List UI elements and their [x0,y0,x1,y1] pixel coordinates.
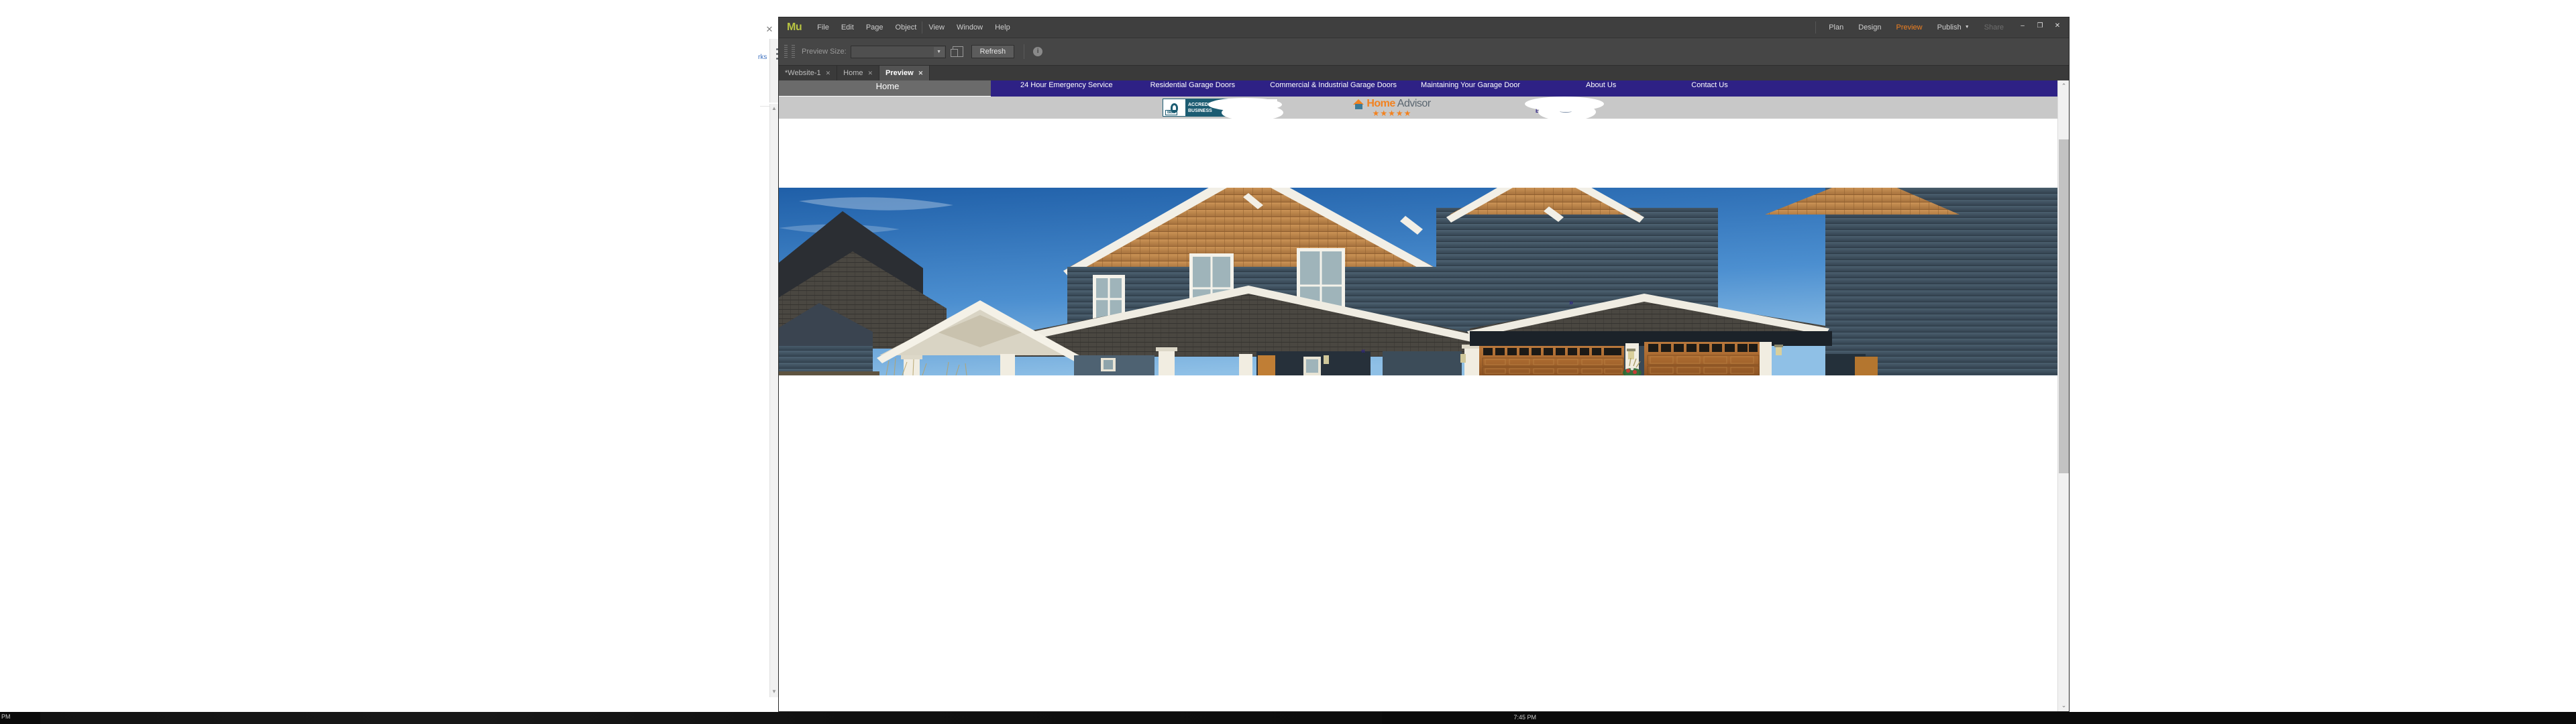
house-icon [1353,99,1364,109]
bbb-mark-label: BBB [1165,110,1178,115]
document-tab-strip: *Website-1 ✕ Home ✕ Preview ✕ [779,66,2069,80]
close-icon[interactable]: ✕ [826,70,831,77]
scroll-down-icon[interactable]: ⌄ [2058,700,2069,711]
close-icon[interactable]: ✕ [2049,19,2066,32]
background-close-icon[interactable]: ✕ [764,24,775,35]
website-preview-page: Home 24 Hour Emergency Service Residenti… [779,80,2057,711]
menu-item-edit[interactable]: Edit [835,17,860,38]
bbb-torch-icon: BBB [1163,99,1185,116]
background-browser-window: ✕ rks ▲ ▼ [0,0,1548,712]
chevron-down-icon[interactable]: ▼ [933,46,945,57]
windows-taskbar[interactable]: PM 7:45 PM [0,712,2576,724]
nav-item-maintaining[interactable]: Maintaining Your Garage Door [1421,80,1520,89]
screen: ✕ rks ▲ ▼ Mu File Edit Page Object View … [0,0,2576,724]
background-scroll-up-icon[interactable]: ▲ [770,105,778,113]
preview-viewport: ⌃ ⌄ Home 24 Hour Emergency Service Resid… [779,80,2069,711]
info-icon[interactable]: i [1033,47,1043,56]
menu-bar: Mu File Edit Page Object View Window Hel… [779,17,2069,38]
muse-logo: Mu [787,21,802,33]
mode-publish[interactable]: Publish ▼ [1930,17,1977,38]
nav-item-contact-us[interactable]: Contact Us [1691,80,1727,89]
nav-item-about-us[interactable]: About Us [1586,80,1616,89]
menu-item-file[interactable]: File [811,17,835,38]
minimize-icon[interactable]: – [2014,19,2031,32]
cursor-marker-right: » [1569,299,1574,307]
mode-publish-label: Publish [1937,23,1962,32]
scroll-up-icon[interactable]: ⌃ [2058,80,2069,92]
redaction-blob-2 [1222,105,1283,121]
mode-preview[interactable]: Preview [1889,17,1930,38]
tab-preview[interactable]: Preview ✕ [879,66,930,80]
tab-preview-label: Preview [885,69,914,77]
taskbar-clock[interactable]: 7:45 PM [1513,714,1536,721]
close-icon[interactable]: ✕ [918,70,924,77]
mode-design[interactable]: Design [1851,17,1888,38]
options-bar: Preview Size: ▼ Refresh i [779,38,2069,66]
drag-handle-icon[interactable] [784,45,788,58]
hero-image: « » [779,188,2057,375]
drag-handle-icon-2[interactable] [792,45,795,58]
nav-item-emergency-service[interactable]: 24 Hour Emergency Service [1020,80,1113,89]
menu-item-object[interactable]: Object [890,17,923,38]
tab-website-1-label: *Website-1 [785,69,821,77]
restore-icon[interactable]: ❐ [2031,19,2049,32]
background-scrollbar[interactable] [769,104,1548,697]
preview-scrollbar[interactable]: ⌃ ⌄ [2057,80,2069,711]
third-partner-badge[interactable]: ED [1523,97,1611,121]
refresh-button[interactable]: Refresh [971,45,1015,58]
menu-items: File Edit Page Object View Window Help [811,17,1016,38]
close-icon[interactable]: ✕ [868,70,873,77]
tab-home[interactable]: Home ✕ [837,66,880,80]
tab-home-label: Home [843,69,863,77]
copy-window-icon[interactable] [950,46,963,57]
mode-divider [1815,21,1817,34]
mode-share: Share [1984,23,2004,32]
preview-scrollbar-thumb[interactable] [2059,139,2069,473]
menu-item-view[interactable]: View [922,17,951,38]
preview-size-select[interactable]: ▼ [850,45,946,58]
nav-item-commercial[interactable]: Commercial & Industrial Garage Doors [1270,80,1397,89]
site-logo[interactable]: Home [787,81,988,91]
menu-item-page[interactable]: Page [860,17,890,38]
menu-item-help[interactable]: Help [989,17,1016,38]
hero-illustration [779,188,2057,375]
cursor-marker-left: « [1361,347,1366,355]
menu-item-window[interactable]: Window [951,17,989,38]
window-controls: – ❐ ✕ [2014,19,2066,32]
nav-item-residential[interactable]: Residential Garage Doors [1150,80,1236,89]
homeadvisor-badge[interactable]: Home Advisor ★★★★★ [1332,98,1452,118]
taskbar-apps[interactable] [40,712,1382,724]
star-rating-icon: ★★★★★ [1372,109,1412,118]
background-scroll-down-icon[interactable]: ▼ [770,688,778,696]
preview-size-label: Preview Size: [802,48,847,56]
redaction-scribble [1560,110,1572,113]
tab-website-1[interactable]: *Website-1 ✕ [779,66,838,80]
trust-badge-bar: BBB ACCREDITED BUSINESS as of 12/28/20 C… [779,97,2057,121]
mode-plan[interactable]: Plan [1821,17,1851,38]
taskbar-left-text: PM [1,713,11,720]
site-navigation: 24 Hour Emergency Service Residential Ga… [991,80,2057,97]
workspace-mode-switcher: Plan Design Preview Publish ▼ Share [1815,17,2011,38]
bookmarks-label[interactable]: rks [758,54,767,61]
adobe-muse-window: Mu File Edit Page Object View Window Hel… [778,17,2070,712]
chevron-down-icon: ▼ [1964,25,1970,30]
